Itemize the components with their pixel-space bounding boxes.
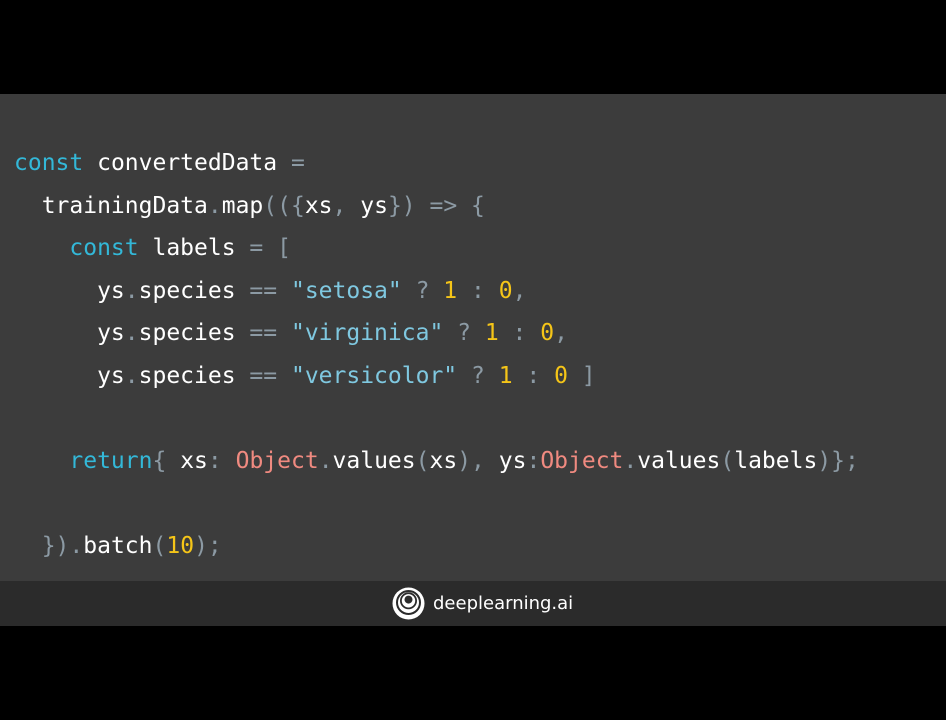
code-token: Object (235, 447, 319, 474)
code-token: (({ (263, 192, 305, 219)
code-token: const (14, 150, 84, 176)
code-token: . (69, 532, 84, 559)
code-token: : (498, 320, 541, 346)
code-token: : (207, 447, 236, 474)
code-token: . (124, 362, 139, 389)
code-token: = (290, 150, 305, 176)
code-token: map (221, 192, 264, 219)
code-token: }) => { (387, 192, 485, 219)
code-token: ys (14, 277, 125, 304)
code-token: , (512, 277, 527, 304)
code-line: const convertedData = (14, 142, 859, 185)
code-token: xs (304, 192, 333, 219)
code-line: }).batch(10); (14, 525, 859, 568)
code-token: ys (14, 320, 125, 346)
code-token: convertedData (83, 150, 291, 176)
code-token: . (207, 192, 222, 219)
code-token: xs (180, 447, 208, 474)
code-token: . (623, 447, 638, 474)
code-line: const labels = [ (14, 227, 859, 270)
brand-name: deeplearning.ai (433, 593, 574, 614)
code-token: ? (401, 277, 444, 304)
deeplearning-logo-icon (392, 587, 425, 620)
code-token: 1 (498, 362, 513, 389)
code-token: ( (720, 447, 735, 474)
code-token: values (332, 447, 416, 474)
code-token: : (457, 277, 499, 304)
code-token: : (512, 362, 555, 389)
code-token: species (138, 362, 250, 389)
code-token: trainingData (14, 192, 208, 219)
code-token: ] (567, 362, 596, 389)
code-token: ys (360, 192, 388, 219)
code-token: ys (498, 447, 527, 474)
code-token: Object (540, 447, 624, 474)
code-token: 0 (540, 320, 555, 346)
code-token: ), (457, 447, 499, 474)
code-token: ? (457, 362, 499, 389)
code-token: "virginica" (290, 320, 444, 346)
code-token: values (637, 447, 721, 474)
code-token: = [ (249, 235, 291, 261)
code-token: . (318, 447, 333, 474)
code-line: ys.species == "setosa" ? 1 : 0, (14, 270, 859, 313)
code-token: batch (83, 532, 153, 559)
code-token: ); (194, 532, 222, 559)
code-line: ys.species == "virginica" ? 1 : 0, (14, 312, 859, 355)
brand: deeplearning.ai (392, 587, 573, 620)
code-line: trainingData.map(({xs, ys}) => { (14, 185, 859, 228)
code-token: xs (429, 447, 458, 474)
code-token: "setosa" (290, 277, 402, 304)
code-token: 0 (498, 277, 513, 304)
code-token: ( (152, 532, 167, 559)
code-token: return (69, 447, 153, 474)
code-token: == (249, 277, 291, 304)
code-block: const convertedData = trainingData.map((… (14, 142, 859, 567)
code-token: ( (415, 447, 430, 474)
code-token: )}; (817, 447, 859, 474)
code-token: : (526, 447, 541, 474)
video-frame: const convertedData = trainingData.map((… (0, 0, 946, 720)
code-token: 1 (484, 320, 499, 346)
code-token: 10 (166, 532, 195, 559)
code-token: species (138, 320, 250, 346)
footer-bar: deeplearning.ai (0, 581, 946, 626)
code-token: 0 (554, 362, 568, 389)
code-line: return{ xs: Object.values(xs), ys:Object… (14, 440, 859, 483)
code-token: ys (14, 362, 125, 389)
code-token: const (69, 235, 139, 261)
code-token: species (138, 277, 250, 304)
code-token: labels (138, 235, 250, 261)
code-token: . (124, 277, 139, 304)
code-token: , (332, 192, 361, 219)
code-token: == (249, 362, 291, 389)
code-token: ? (443, 320, 485, 346)
code-line: ys.species == "versicolor" ? 1 : 0 ] (14, 355, 859, 398)
code-token: labels (734, 447, 818, 474)
code-token: "versicolor" (290, 362, 458, 389)
code-token: { (152, 447, 181, 474)
code-token: }) (14, 532, 70, 559)
code-token: , (554, 320, 568, 346)
code-token: 1 (443, 277, 458, 304)
code-token: == (249, 320, 291, 346)
code-token: . (124, 320, 139, 346)
